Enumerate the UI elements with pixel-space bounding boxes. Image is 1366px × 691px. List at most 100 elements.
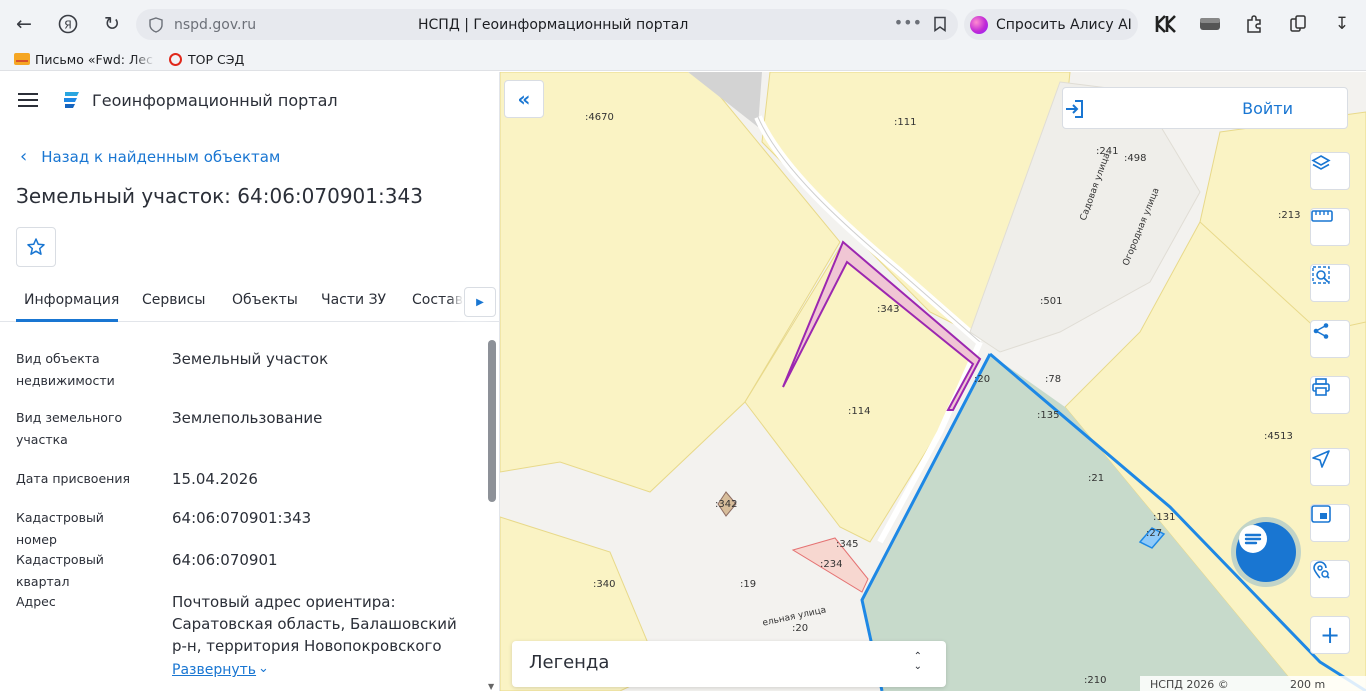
minimap-button[interactable] xyxy=(1310,504,1350,542)
bookmark-mail[interactable]: Письмо «Fwd: Лес xyxy=(14,52,155,67)
parcel-label: :21 xyxy=(1088,473,1105,484)
object-info-panel: Геоинформационный портал ‹ Назад к найде… xyxy=(0,72,500,691)
geolocation-button[interactable] xyxy=(1310,448,1350,486)
app-title: Геоинформационный портал xyxy=(92,90,338,110)
extension-k-icon[interactable] xyxy=(1154,12,1178,36)
address-bar[interactable]: nspd.gov.ru НСПД | Геоинформационный пор… xyxy=(136,9,958,40)
expand-collapse-icon[interactable]: ⌃ ⌄ xyxy=(914,652,922,672)
reload-icon[interactable]: ↻ xyxy=(92,4,132,44)
bookmark-tor-sed[interactable]: ТОР СЭД xyxy=(169,52,244,67)
measure-button[interactable] xyxy=(1310,208,1350,246)
login-label: Войти xyxy=(1242,99,1293,118)
layers-icon xyxy=(1311,155,1331,170)
navigation-arrow-icon xyxy=(1312,450,1330,468)
property-key: Дата присвоения xyxy=(16,471,130,486)
menu-icon[interactable] xyxy=(18,89,38,111)
parcel-label: :234 xyxy=(820,559,843,570)
zoom-in-button[interactable]: + xyxy=(1310,616,1350,654)
parcel-label: :342 xyxy=(715,499,738,510)
property-value: Землепользование xyxy=(172,409,323,427)
map-view[interactable]: :4670 :111 :241 :498 :213 :343 :501 :20 … xyxy=(500,72,1366,691)
parcel-label: :135 xyxy=(1037,410,1060,421)
extensions-puzzle-icon[interactable] xyxy=(1242,12,1266,36)
scale-label: 200 m xyxy=(1290,678,1326,691)
bookmark-icon[interactable] xyxy=(932,16,948,32)
svg-text:Я: Я xyxy=(64,19,72,32)
back-to-results-link[interactable]: ‹ Назад к найденным объектам xyxy=(20,146,280,167)
property-value: 15.04.2026 xyxy=(172,470,258,488)
tab-composition[interactable]: Состав xyxy=(412,292,463,308)
property-key: Вид объекта недвижимости xyxy=(16,351,115,388)
login-icon xyxy=(1066,100,1083,118)
area-search-button[interactable] xyxy=(1310,264,1350,302)
parcel-label: :20 xyxy=(792,623,809,634)
property-key: Вид земельного участка xyxy=(16,410,123,447)
tabs-scroll-right-button[interactable]: ▶ xyxy=(464,287,496,317)
share-icon xyxy=(1313,323,1329,339)
download-icon[interactable]: ↧ xyxy=(1330,12,1354,36)
location-pin-icon xyxy=(1313,561,1330,579)
parcel-label: :19 xyxy=(740,579,757,590)
cadastral-map[interactable] xyxy=(500,72,1366,691)
parcel-label: :27 xyxy=(1146,528,1163,539)
tab-title: НСПД | Геоинформационный портал xyxy=(418,16,689,33)
chat-assistant-button[interactable] xyxy=(1236,522,1296,582)
parcel-label: :78 xyxy=(1045,374,1062,385)
more-icon[interactable]: ••• xyxy=(894,13,922,32)
copyright-text: НСПД 2026 © xyxy=(1150,678,1229,691)
property-value: 64:06:070901:343 xyxy=(172,509,312,527)
share-button[interactable] xyxy=(1310,320,1350,358)
location-search-button[interactable] xyxy=(1310,560,1350,598)
property-key: Адрес xyxy=(16,594,56,609)
legend-label: Легенда xyxy=(529,652,610,673)
ruler-icon xyxy=(1311,210,1333,222)
parcel-label: :345 xyxy=(836,539,859,550)
back-arrow-icon[interactable]: ← xyxy=(4,4,44,44)
alice-label: Спросить Алису AI xyxy=(996,16,1132,33)
parcel-label: :498 xyxy=(1124,153,1147,164)
parcel-label: :340 xyxy=(593,579,616,590)
collections-icon[interactable] xyxy=(1286,12,1310,36)
property-value: 64:06:070901 xyxy=(172,551,278,569)
parcel-label: :111 xyxy=(894,117,917,128)
tab-objects[interactable]: Объекты xyxy=(232,292,298,308)
legend-panel[interactable]: Легенда ⌃ ⌄ xyxy=(512,641,946,687)
url-host: nspd.gov.ru xyxy=(174,16,257,33)
bookmarks-bar: Письмо «Fwd: Лес ТОР СЭД xyxy=(0,48,1366,71)
parcel-label: :501 xyxy=(1040,296,1063,307)
property-value: Земельный участок xyxy=(172,350,329,368)
portal-logo-icon xyxy=(64,92,79,108)
chat-icon xyxy=(1239,525,1267,553)
login-button[interactable]: Войти xyxy=(1062,87,1348,129)
browser-toolbar: ← Я ↻ nspd.gov.ru НСПД | Геоинформационн… xyxy=(0,0,1366,48)
parcel-label: :131 xyxy=(1153,512,1176,523)
parcel-label: :20 xyxy=(974,374,991,385)
print-button[interactable] xyxy=(1310,376,1350,414)
tab-land-parts[interactable]: Части ЗУ xyxy=(321,292,386,308)
scrollbar-thumb[interactable] xyxy=(488,340,496,502)
minimap-icon xyxy=(1311,505,1331,523)
panel-scrollbar[interactable]: ▼ xyxy=(486,338,498,691)
favorite-button[interactable] xyxy=(16,227,56,267)
map-attribution: НСПД 2026 © 200 m xyxy=(1140,676,1366,691)
layers-button[interactable] xyxy=(1310,152,1350,190)
tab-services[interactable]: Сервисы xyxy=(142,292,205,308)
tor-sed-icon xyxy=(169,52,182,66)
mail-icon xyxy=(14,53,30,65)
property-key: Кадастровый номер xyxy=(16,510,104,547)
tab-information[interactable]: Информация xyxy=(24,292,119,308)
alice-button[interactable]: Спросить Алису AI xyxy=(964,9,1138,40)
property-value: Почтовый адрес ориентира: Саратовская об… xyxy=(172,593,457,655)
active-tab-indicator xyxy=(16,319,118,322)
parcel-label: :343 xyxy=(877,304,900,315)
parcel-label: :213 xyxy=(1278,210,1301,221)
area-select-icon xyxy=(1312,266,1330,284)
expand-address-link[interactable]: Развернуть xyxy=(172,662,256,678)
scroll-down-arrow-icon[interactable]: ▼ xyxy=(488,682,494,691)
collapse-panel-button[interactable]: « xyxy=(504,80,544,118)
property-key: Кадастровый квартал xyxy=(16,552,104,589)
extension-card-icon[interactable] xyxy=(1198,12,1222,36)
yandex-icon[interactable]: Я xyxy=(48,4,88,44)
chevron-down-icon[interactable]: ⌄ xyxy=(258,661,269,676)
chevron-left-icon: ‹ xyxy=(20,146,28,167)
